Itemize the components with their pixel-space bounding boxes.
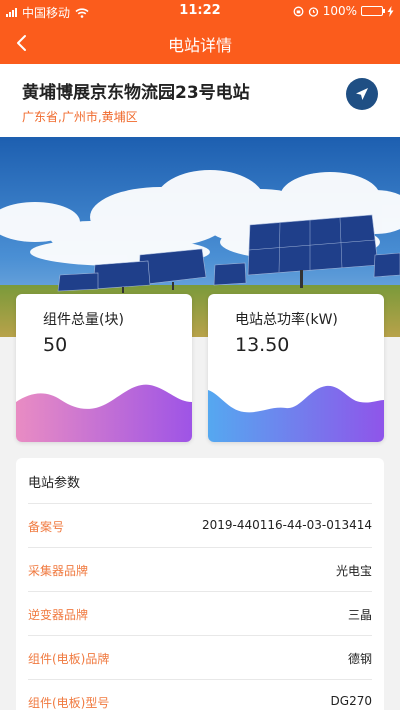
param-key: 组件(电板)型号 [28,696,110,710]
param-key: 组件(电板)品牌 [28,652,110,666]
param-value: 2019-440116-44-03-013414 [201,518,372,532]
param-row-inverter-brand: 逆变器品牌 三晶 [28,592,372,636]
param-row-module-brand: 组件(电板)品牌 德钢 [28,636,372,680]
orientation-lock-icon [293,6,304,16]
param-value: DG270 [330,694,372,708]
station-header: 黄埔博展京东物流园23号电站 广东省,广州市,黄埔区 [0,64,400,137]
station-params-card: 电站参数 备案号 2019-440116-44-03-013414 采集器品牌 … [16,458,384,710]
station-address: 广东省,广州市,黄埔区 [22,110,138,124]
stat-card-total-power: 电站总功率(kW) 13.50 [208,294,384,442]
stat-value: 50 [43,334,68,356]
alarm-icon [308,6,318,17]
param-row-collector-brand: 采集器品牌 光电宝 [28,548,372,592]
param-key: 采集器品牌 [28,564,89,578]
wave-graphic [208,385,384,442]
param-row-module-model: 组件(电板)型号 DG270 [28,680,372,710]
stat-card-module-count: 组件总量(块) 50 [16,294,192,442]
stat-value: 13.50 [235,334,290,356]
charging-icon [387,5,394,17]
status-bar: 中国移动 11:22 100% [0,0,400,22]
navigation-arrow-icon [356,88,368,100]
navigate-button[interactable] [346,78,378,110]
param-row-record-no: 备案号 2019-440116-44-03-013414 [28,504,372,548]
param-key: 备案号 [28,520,65,534]
param-key: 逆变器品牌 [28,608,89,622]
page-title: 电站详情 [167,36,232,55]
params-title: 电站参数 [28,476,81,491]
param-value: 三晶 [347,608,372,622]
wave-graphic [16,384,192,442]
battery-percent: 100% [322,4,357,18]
param-value: 光电宝 [335,564,372,578]
battery-icon [361,6,385,16]
stat-label: 电站总功率(kW) [235,312,338,328]
param-value: 德钢 [347,652,372,666]
status-right: 100% [293,4,394,18]
nav-bar: 电站详情 [0,22,400,64]
station-name: 黄埔博展京东物流园23号电站 [22,83,250,103]
stat-label: 组件总量(块) [43,312,124,328]
